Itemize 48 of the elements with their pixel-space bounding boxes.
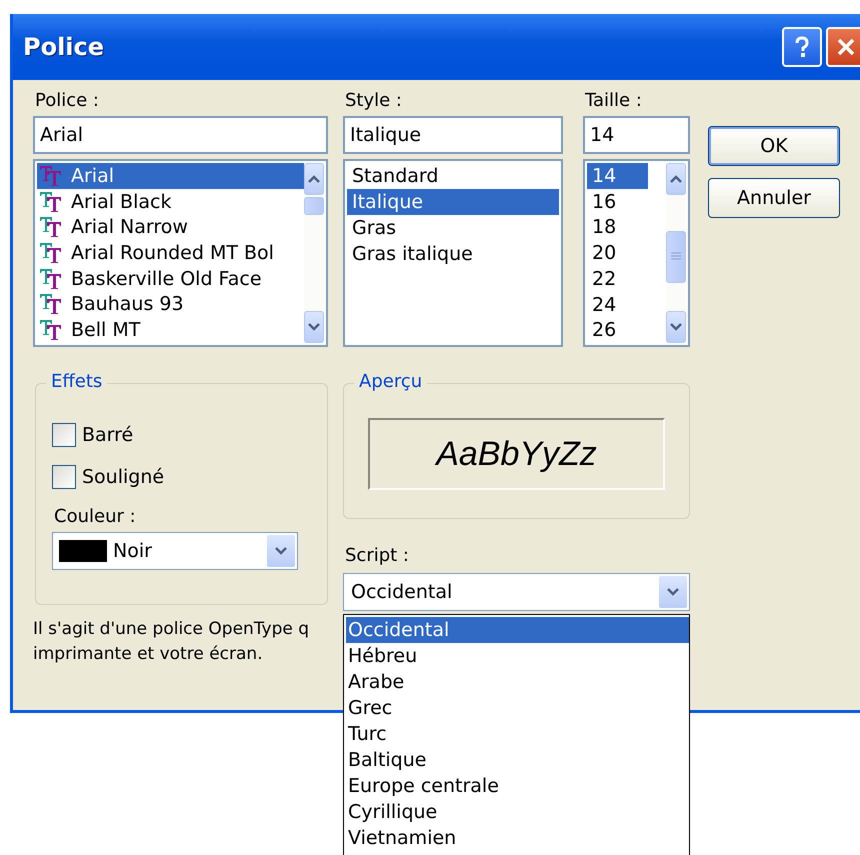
font-field[interactable]: Arial [33, 116, 328, 154]
size-list-item[interactable]: 24 [587, 292, 648, 318]
script-option[interactable]: Europe centrale [346, 773, 689, 799]
description-text: Il s'agit d'une police OpenType q [33, 619, 310, 641]
font-label: Police : [34, 90, 100, 113]
font-list-item[interactable]: Bauhaus 93 [37, 292, 304, 318]
script-option[interactable]: Vietnamien [346, 825, 689, 851]
size-list-item[interactable]: 26 [587, 317, 648, 344]
script-label: Script : [344, 545, 410, 568]
script-option[interactable]: Arabe [346, 669, 689, 695]
style-list-item[interactable]: Gras [347, 215, 559, 241]
cancel-button[interactable]: Annuler [708, 178, 840, 218]
checkbox-label: Barré [82, 424, 134, 446]
font-list-item[interactable]: Arial Narrow [37, 214, 304, 240]
size-list-item[interactable]: 22 [587, 266, 648, 292]
style-list-item[interactable]: Gras italique [347, 241, 559, 267]
size-list-item[interactable]: 18 [587, 214, 648, 240]
font-list-item[interactable]: Baskerville Old Face [37, 266, 304, 292]
group-title: Aperçu [354, 371, 428, 392]
font-list-item[interactable]: Bell MT [37, 317, 304, 344]
color-label: Couleur : [53, 506, 137, 529]
font-list-item[interactable]: Arial [37, 163, 304, 189]
preview-sample: AaBbYyZz [436, 434, 597, 474]
color-dropdown[interactable]: Noir [52, 532, 298, 570]
style-field[interactable]: Italique [343, 116, 563, 154]
script-option[interactable]: Hébreu [346, 643, 689, 669]
script-dropdown[interactable]: Occidental [343, 573, 690, 611]
font-list-item[interactable]: Arial Black [37, 188, 304, 214]
script-option[interactable]: Turc [346, 721, 689, 747]
color-value: Noir [113, 540, 153, 562]
ok-button[interactable]: OK [708, 126, 840, 166]
window-title: Police [23, 33, 104, 61]
script-option[interactable]: Grec [346, 695, 689, 721]
style-list-item[interactable]: Italique [347, 189, 559, 215]
script-option[interactable]: Baltique [346, 747, 689, 773]
size-field[interactable]: 14 [583, 116, 690, 154]
font-list-item[interactable]: Arial Rounded MT Bol [37, 240, 304, 266]
size-label: Taille : [584, 90, 643, 113]
style-list-item[interactable]: Standard [347, 163, 559, 189]
description-text: imprimante et votre écran. [33, 644, 264, 666]
size-list-item[interactable]: 14 [587, 163, 648, 189]
size-list-item[interactable]: 16 [587, 188, 648, 214]
script-option[interactable]: Cyrillique [346, 799, 689, 825]
checkbox-label: Souligné [82, 466, 164, 488]
script-option[interactable]: Occidental [346, 617, 689, 643]
style-label: Style : [344, 90, 403, 113]
script-value: Occidental [350, 581, 454, 603]
size-list-item[interactable]: 20 [587, 240, 648, 266]
